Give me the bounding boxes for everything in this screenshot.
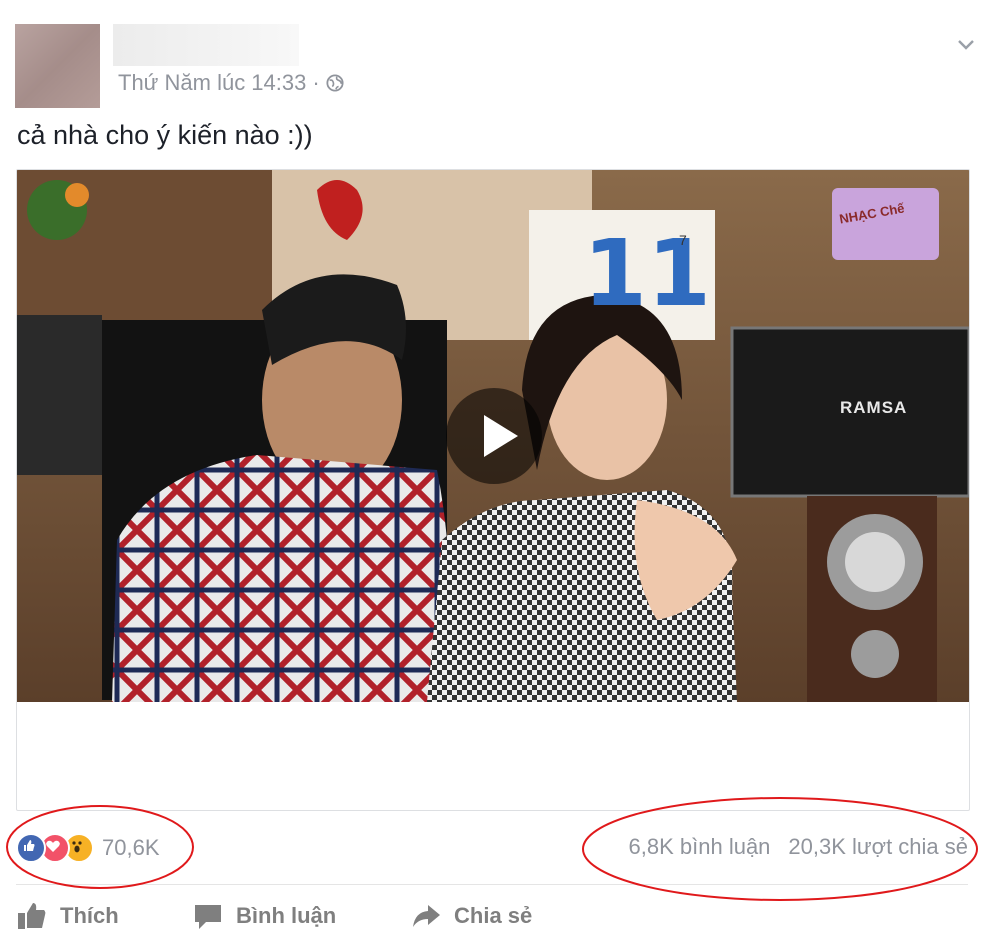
thumbs-up-icon	[18, 903, 46, 929]
annotation-circle-stats	[582, 797, 978, 901]
share-button[interactable]: Chia sẻ	[410, 900, 532, 932]
author-name-redacted[interactable]	[113, 24, 299, 66]
video-player[interactable]: 11 7 NHẠC Chế RAMSA	[17, 170, 969, 702]
action-bar: Thích Bình luận Chia sẻ	[16, 900, 716, 940]
post-timestamp[interactable]: Thứ Năm lúc 14:33	[118, 70, 306, 96]
chevron-down-icon[interactable]	[954, 32, 978, 56]
meta-separator: ·	[312, 70, 320, 95]
play-icon[interactable]	[446, 388, 542, 484]
post-meta: Thứ Năm lúc 14:33 ·	[118, 70, 344, 96]
share-label: Chia sẻ	[454, 903, 533, 928]
like-button[interactable]: Thích	[16, 900, 119, 932]
comment-icon	[195, 905, 221, 929]
video-card[interactable]: 11 7 NHẠC Chế RAMSA	[16, 169, 970, 811]
calendar-day: 11	[583, 220, 712, 327]
globe-icon[interactable]	[326, 74, 344, 92]
speaker-brand-label: RAMSA	[840, 398, 908, 417]
post-text: cả nhà cho ý kiến nào :))	[17, 120, 313, 150]
comment-button[interactable]: Bình luận	[192, 900, 336, 932]
like-label: Thích	[60, 903, 119, 928]
author-avatar[interactable]	[15, 24, 100, 108]
like-reaction-icon	[16, 833, 46, 863]
comment-label: Bình luận	[236, 903, 337, 928]
calendar-month: 7	[679, 232, 687, 248]
share-icon	[413, 905, 440, 927]
